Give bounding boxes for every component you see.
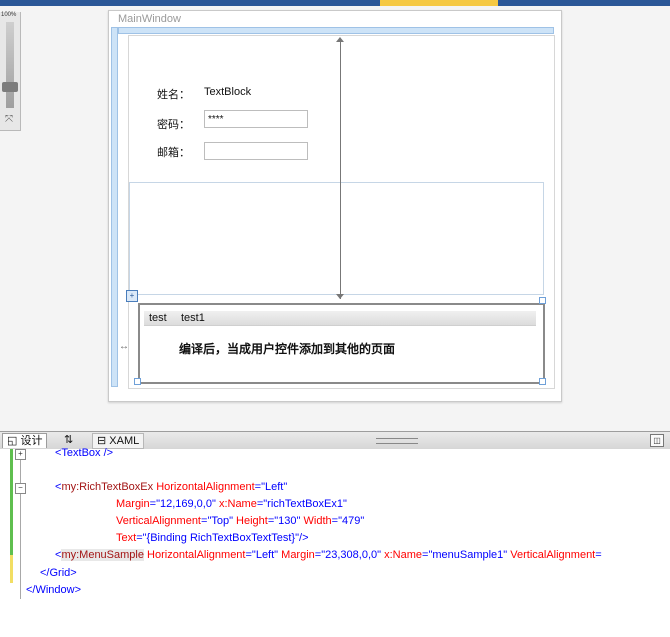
code-line-grid-close[interactable]: </Grid> <box>40 566 77 580</box>
code-line-text[interactable]: Text="{Binding RichTextBoxTextTest}"/> <box>116 531 309 545</box>
change-margin-saved <box>10 449 13 555</box>
email-field[interactable] <box>204 142 308 160</box>
resize-handle-bottom-left[interactable] <box>134 378 141 385</box>
password-field[interactable]: **** <box>204 110 308 128</box>
window-title: MainWindow <box>118 13 181 25</box>
active-tab-indicator <box>380 0 498 6</box>
menu-item-test[interactable]: test <box>149 311 167 325</box>
resize-handle-top-right[interactable] <box>539 297 546 304</box>
horizontal-margin-arrow-icon: ↔ <box>119 341 129 352</box>
margin-guide-arrow-up <box>336 37 344 42</box>
tab-design[interactable]: ◱ 设计 <box>2 433 48 448</box>
zoom-label: 100% <box>1 12 17 18</box>
margin-guide-arrow-down <box>336 294 344 299</box>
code-line-menusample[interactable]: <my:MenuSample HorizontalAlignment="Left… <box>55 548 602 562</box>
name-label: 姓名： <box>157 89 190 101</box>
margin-guide-line <box>340 41 341 299</box>
zoom-thumb[interactable] <box>2 82 18 92</box>
rich-textbox[interactable] <box>129 182 544 295</box>
password-label: 密码： <box>157 119 190 131</box>
fold-guide <box>20 457 21 599</box>
grid-ruler-left[interactable] <box>111 27 118 387</box>
fold-toggle-textbox[interactable]: + <box>15 449 26 460</box>
fold-toggle-richtextbox[interactable]: − <box>15 483 26 494</box>
designer-window[interactable]: MainWindow 姓名： TextBlock 密码： **** 邮箱： + … <box>108 10 562 402</box>
code-line-window-close[interactable]: </Window> <box>26 583 81 597</box>
top-strip <box>0 0 670 6</box>
adorner-marker-icon[interactable]: + <box>126 290 138 302</box>
zoom-slider[interactable]: 100% ⤧ <box>0 12 21 131</box>
menu-bar: test test1 <box>144 311 536 326</box>
code-line-margin[interactable]: Margin="12,169,0,0" x:Name="richTextBoxE… <box>116 497 347 511</box>
change-margin-unsaved <box>10 555 13 583</box>
menu-item-test1[interactable]: test1 <box>181 311 205 325</box>
fit-to-window-icon[interactable]: ⤧ <box>3 114 15 126</box>
pane-layout-button[interactable]: ◫ <box>650 434 664 447</box>
splitter-grip[interactable] <box>376 438 418 444</box>
xaml-editor[interactable]: + − <TextBox /> <my:RichTextBoxEx Horizo… <box>0 446 670 637</box>
code-line-vertical[interactable]: VerticalAlignment="Top" Height="130" Wid… <box>116 514 364 528</box>
menu-sample-text: 编译后，当成用户控件添加到其他的页面 <box>179 342 396 356</box>
code-line-richtextbox[interactable]: <my:RichTextBoxEx HorizontalAlignment="L… <box>55 480 287 494</box>
email-label: 邮箱： <box>157 147 190 159</box>
code-line-textbox[interactable]: <TextBox /> <box>55 446 113 460</box>
menu-sample-control[interactable]: test test1 编译后，当成用户控件添加到其他的页面 <box>138 303 545 384</box>
resize-handle-bottom-right[interactable] <box>539 378 546 385</box>
design-icon: ◱ <box>7 435 18 447</box>
zoom-track[interactable] <box>6 22 14 108</box>
grid-ruler-top[interactable] <box>118 27 554 34</box>
name-textblock[interactable]: TextBlock <box>204 86 251 98</box>
swap-panes-button[interactable]: ⇅ <box>60 433 77 447</box>
